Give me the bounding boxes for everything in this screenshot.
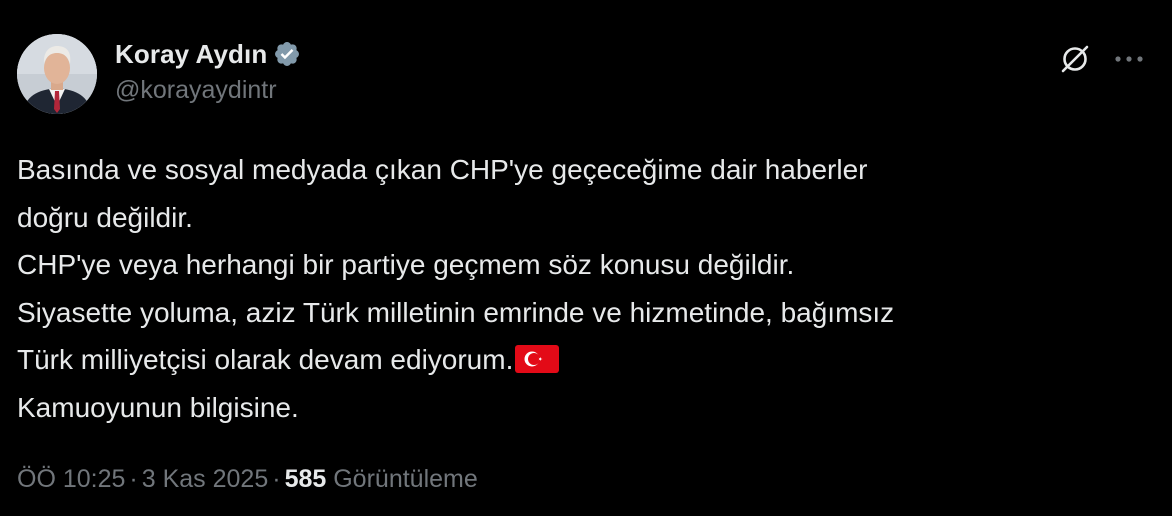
tweet-date[interactable]: 3 Kas 2025	[142, 465, 269, 493]
tweet-text: Basında ve sosyal medyada çıkan CHP'ye g…	[17, 146, 1147, 431]
more-horizontal-icon[interactable]	[1112, 44, 1146, 74]
tweet-line: CHP'ye veya herhangi bir partiye geçmem …	[17, 249, 795, 280]
profile-photo-icon	[17, 34, 97, 114]
author-name-row: Koray Aydın	[115, 36, 301, 72]
author-name[interactable]: Koray Aydın	[115, 39, 267, 70]
tweet-line: Basında ve sosyal medyada çıkan CHP'ye g…	[17, 154, 868, 185]
tweet-line: doğru değildir.	[17, 201, 193, 233]
views-count: 585	[284, 465, 327, 493]
tweet-line: Türk milliyetçisi olarak devam ediyorum.	[17, 344, 514, 375]
author-handle[interactable]: @korayaydintr	[115, 76, 277, 105]
verified-badge-icon[interactable]	[273, 40, 301, 68]
tweet-line: Kamuoyunun bilgisine.	[17, 391, 299, 423]
grok-icon[interactable]	[1058, 42, 1092, 76]
tweet-line-with-flag: Türk milliyetçisi olarak devam ediyorum.	[17, 336, 1147, 384]
views-label: Görüntüleme	[333, 465, 478, 493]
tweet-line: Siyasette yoluma, aziz Türk milletinin e…	[17, 296, 895, 328]
tweet-card: Koray Aydın @korayaydintr Basında ve sos…	[0, 0, 1172, 516]
tweet-time[interactable]: ÖÖ 10:25	[17, 465, 125, 493]
avatar[interactable]	[17, 34, 97, 114]
tweet-meta: ÖÖ 10:25 · 3 Kas 2025 · 585 Görüntüleme	[17, 465, 478, 494]
turkey-flag-icon	[515, 345, 560, 373]
meta-separator: ·	[272, 465, 281, 493]
meta-separator: ·	[129, 465, 138, 493]
